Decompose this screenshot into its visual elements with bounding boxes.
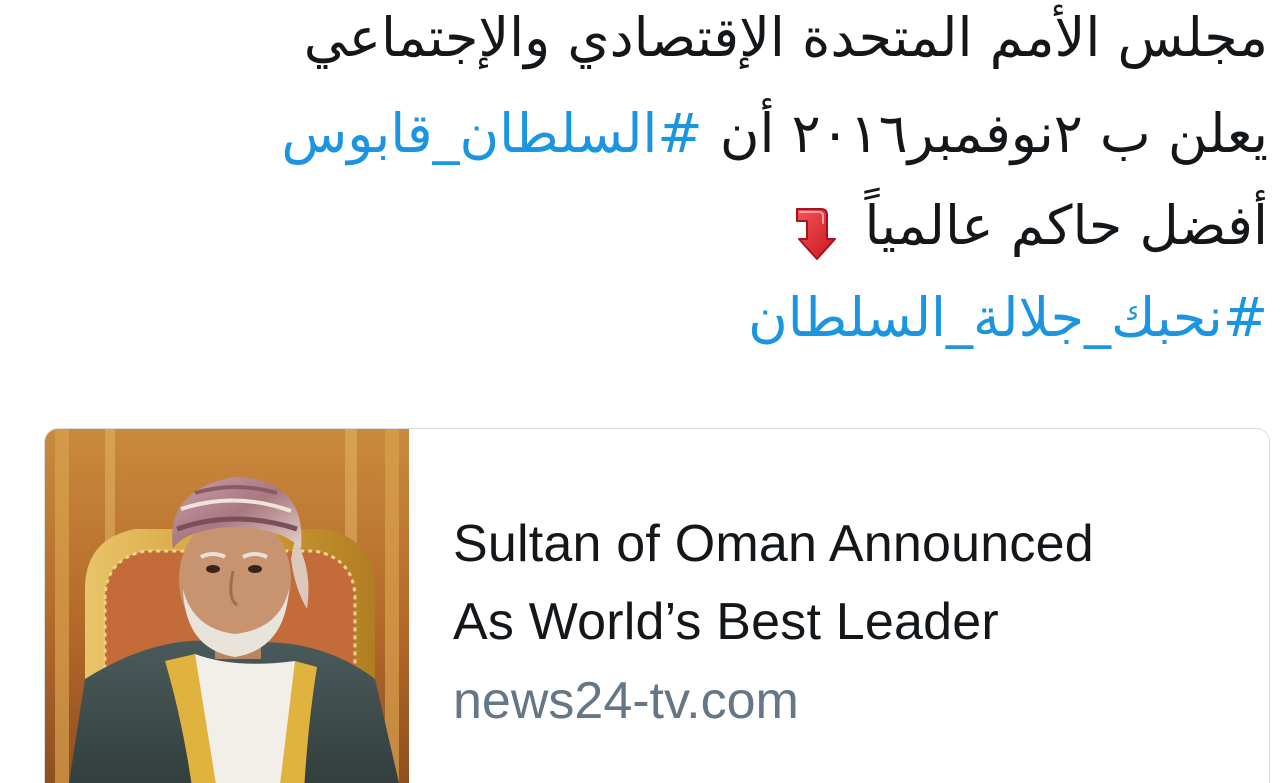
hashtag-sultan-qaboos-link[interactable]: #السلطان_قابوس: [281, 102, 702, 165]
link-preview-card[interactable]: Sultan of Oman Announced As World’s Best…: [44, 428, 1270, 783]
hashtag-love-sultan-link[interactable]: #نحبك_جلالة_السلطان: [748, 286, 1268, 349]
card-title-line-1: Sultan of Oman Announced: [453, 515, 1094, 573]
tweet-text-line-2: يعلن ب ٢نوفمبر٢٠١٦ أن: [719, 102, 1268, 165]
tweet-text-line-1: مجلس الأمم المتحدة الإقتصادي والإجتماعي: [303, 6, 1268, 69]
card-thumbnail-image: [45, 429, 409, 783]
tweet-text-line-3: أفضل حاكم عالمياً: [864, 194, 1268, 257]
tweet-line-1: مجلس الأمم المتحدة الإقتصادي والإجتماعي: [18, 0, 1268, 88]
card-title: Sultan of Oman Announced As World’s Best…: [453, 505, 1233, 661]
tweet-line-2: يعلن ب ٢نوفمبر٢٠١٦ أن #السلطان_قابوس: [18, 88, 1268, 180]
tweet-line-4: #نحبك_جلالة_السلطان: [18, 272, 1268, 364]
card-title-line-2: As World’s Best Leader: [453, 593, 999, 651]
arrow-down-red-icon: [791, 199, 839, 261]
card-domain: news24-tv.com: [453, 672, 799, 730]
tweet-text: مجلس الأمم المتحدة الإقتصادي والإجتماعي …: [18, 0, 1268, 364]
card-body: Sultan of Oman Announced As World’s Best…: [453, 505, 1233, 737]
tweet-line-3: أفضل حاكم عالمياً: [18, 180, 1268, 272]
